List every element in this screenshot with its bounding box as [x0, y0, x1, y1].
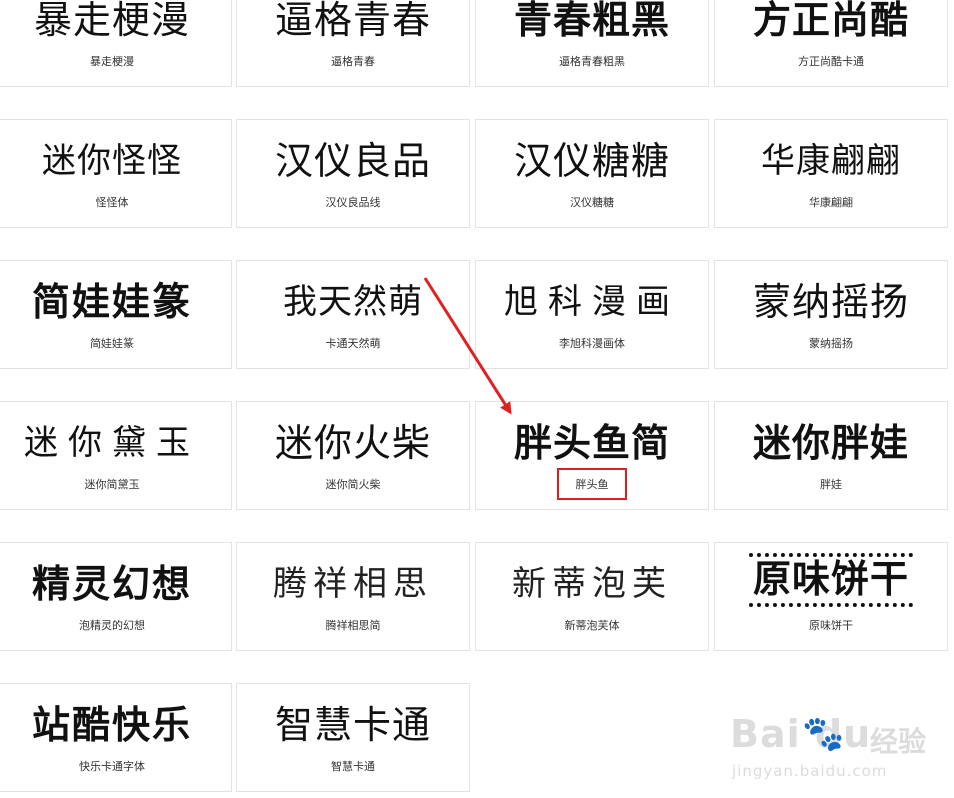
font-sample-text: 新蒂泡芙 [512, 563, 672, 604]
font-sample-preview: 原味饼干 [715, 551, 947, 609]
font-sample-text: 原味饼干 [748, 553, 913, 607]
font-sample-preview: 青春粗黑 [476, 0, 708, 45]
font-card[interactable]: 青春粗黑逼格青春粗黑 [475, 0, 709, 87]
font-card[interactable]: 方正尚酷方正尚酷卡通 [714, 0, 948, 87]
font-sample-preview: 旭科漫画 [476, 269, 708, 327]
font-name-label[interactable]: 原味饼干 [715, 617, 947, 633]
font-sample-preview: 新蒂泡芙 [476, 551, 708, 609]
font-sample-preview: 精灵幻想 [0, 551, 231, 609]
font-card[interactable]: 站酷快乐快乐卡通字体 [0, 683, 232, 792]
font-sample-text: 迷你火柴 [274, 420, 431, 465]
font-sample-text: 方正尚酷 [752, 0, 909, 42]
font-sample-preview: 逼格青春 [237, 0, 469, 45]
font-name-label[interactable]: 智慧卡通 [237, 758, 469, 774]
font-sample-preview: 蒙纳摇扬 [715, 269, 947, 327]
font-card[interactable]: 旭科漫画李旭科漫画体 [475, 260, 709, 369]
font-sample-text: 迷你怪怪 [42, 140, 182, 181]
font-card[interactable]: 汉仪良品 汉仪良品线 [236, 119, 470, 228]
font-card[interactable]: 华康翩翩 华康翩翩 [714, 119, 948, 228]
paw-icon: 🐾 [802, 714, 845, 754]
font-card[interactable]: 汉仪糖糖 汉仪糖糖 [475, 119, 709, 228]
font-card[interactable]: 迷你怪怪怪怪体 [0, 119, 232, 228]
font-name-label[interactable]: 迷你简火柴 [237, 476, 469, 492]
red-highlight-box [557, 468, 627, 500]
font-name-label[interactable]: 逼格青春粗黑 [476, 53, 708, 69]
font-card[interactable]: 我天然萌 卡通天然萌 [236, 260, 470, 369]
font-sample-text: 智慧卡通 [274, 702, 431, 747]
font-name-label[interactable]: 暴走梗漫 [0, 53, 231, 69]
font-sample-preview: 方正尚酷 [715, 0, 947, 45]
font-name-label[interactable]: 华康翩翩 [715, 194, 947, 210]
font-sample-preview: 迷你黛玉 [0, 410, 231, 468]
font-name-label[interactable]: 李旭科漫画体 [476, 335, 708, 351]
font-sample-text: 腾祥相思 [273, 563, 433, 604]
font-sample-text: 汉仪良品 [274, 138, 431, 183]
font-name-label[interactable]: 快乐卡通字体 [0, 758, 231, 774]
font-sample-preview: 华康翩翩 [715, 128, 947, 186]
font-name-label[interactable]: 迷你简黛玉 [0, 476, 231, 492]
font-sample-text: 精灵幻想 [31, 561, 192, 606]
watermark-url: jingyan.baidu.com [732, 762, 888, 780]
font-sample-text: 青春粗黑 [513, 0, 670, 42]
font-name-label[interactable]: 泡精灵的幻想 [0, 617, 231, 633]
font-sample-preview: 腾祥相思 [237, 551, 469, 609]
font-sample-preview: 站酷快乐 [0, 692, 231, 750]
font-sample-preview: 暴走梗漫 [0, 0, 231, 45]
font-name-label[interactable]: 汉仪良品线 [237, 194, 469, 210]
font-card[interactable]: 腾祥相思 腾祥相思简 [236, 542, 470, 651]
font-card[interactable]: 迷你黛玉迷你简黛玉 [0, 401, 232, 510]
font-sample-preview: 智慧卡通 [237, 692, 469, 750]
font-sample-preview: 汉仪糖糖 [476, 128, 708, 186]
font-sample-preview: 汉仪良品 [237, 128, 469, 186]
font-sample-text: 华康翩翩 [761, 140, 901, 181]
font-sample-preview: 胖头鱼简 [476, 410, 708, 468]
font-name-label[interactable]: 方正尚酷卡通 [715, 53, 947, 69]
font-name-label[interactable]: 蒙纳摇扬 [715, 335, 947, 351]
font-sample-preview: 我天然萌 [237, 269, 469, 327]
font-name-label[interactable]: 汉仪糖糖 [476, 194, 708, 210]
watermark-logo: Bai du [730, 712, 872, 756]
font-sample-text: 迷你胖娃 [752, 420, 909, 465]
font-sample-text: 胖头鱼简 [513, 420, 670, 465]
font-card[interactable]: 逼格青春 逼格青春 [236, 0, 470, 87]
font-sample-text: 暴走梗漫 [33, 0, 190, 42]
font-sample-text: 旭科漫画 [504, 281, 680, 322]
font-name-label[interactable]: 简娃娃篆 [0, 335, 231, 351]
font-sample-text: 迷你黛玉 [24, 422, 200, 463]
font-sample-preview: 迷你怪怪 [0, 128, 231, 186]
font-name-label[interactable]: 胖娃 [715, 476, 947, 492]
baidu-watermark: Bai du 🐾 经验 jingyan.baidu.com [730, 712, 950, 792]
font-card[interactable]: 蒙纳摇扬 蒙纳摇扬 [714, 260, 948, 369]
font-sample-text: 站酷快乐 [31, 702, 192, 747]
font-sample-text: 逼格青春 [274, 0, 431, 42]
font-card[interactable]: 迷你火柴 迷你简火柴 [236, 401, 470, 510]
font-sample-preview: 迷你胖娃 [715, 410, 947, 468]
font-name-label[interactable]: 新蒂泡芙体 [476, 617, 708, 633]
font-name-label[interactable]: 腾祥相思简 [237, 617, 469, 633]
font-card[interactable]: 迷你胖娃 胖娃 [714, 401, 948, 510]
watermark-suffix: 经验 [870, 725, 927, 758]
font-name-label[interactable]: 逼格青春 [237, 53, 469, 69]
font-card[interactable]: 精灵幻想泡精灵的幻想 [0, 542, 232, 651]
font-card[interactable]: 新蒂泡芙 新蒂泡芙体 [475, 542, 709, 651]
font-card[interactable]: 暴走梗漫 暴走梗漫 [0, 0, 232, 87]
font-name-label[interactable]: 怪怪体 [0, 194, 231, 210]
font-sample-text: 我天然萌 [283, 281, 423, 322]
font-sample-text: 汉仪糖糖 [513, 138, 670, 183]
font-grid: 暴走梗漫 暴走梗漫 逼格青春 逼格青春 青春粗黑 逼格青春粗黑 方正尚酷 方正尚酷卡通 迷你怪怪… [0, 0, 954, 798]
font-sample-preview: 迷你火柴 [237, 410, 469, 468]
font-name-label[interactable]: 卡通天然萌 [237, 335, 469, 351]
font-sample-preview: 简娃娃篆 [0, 269, 231, 327]
font-card[interactable]: 智慧卡通 智慧卡通 [236, 683, 470, 792]
font-card[interactable]: 简娃娃篆 简娃娃篆 [0, 260, 232, 369]
font-sample-text: 简娃娃篆 [31, 279, 192, 324]
font-card[interactable]: 原味饼干 原味饼干 [714, 542, 948, 651]
font-sample-text: 蒙纳摇扬 [752, 279, 909, 324]
